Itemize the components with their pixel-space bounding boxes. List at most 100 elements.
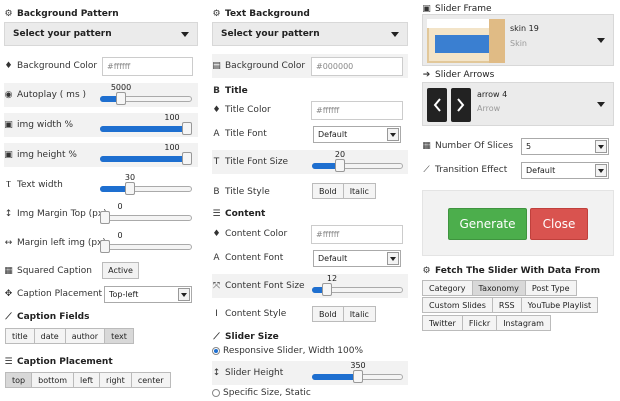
image-icon: ▣: [4, 120, 13, 130]
content-color-input[interactable]: #ffffff: [311, 225, 403, 244]
source-category[interactable]: Category: [422, 280, 473, 296]
text-bg-pattern-select[interactable]: Select your pattern: [212, 22, 408, 46]
slider-value: 20: [334, 150, 346, 159]
squared-caption-active-button[interactable]: Active: [102, 262, 139, 279]
gear-icon: ⚙: [212, 9, 221, 19]
source-taxonomy[interactable]: Taxonomy: [471, 280, 526, 296]
caption-field-date[interactable]: date: [33, 328, 66, 344]
bg-pattern-select[interactable]: Select your pattern: [4, 22, 198, 46]
specific-size-radio[interactable]: [212, 389, 220, 397]
slider-frame-select[interactable]: skin 19 Skin: [422, 14, 614, 66]
image-icon: ▣: [422, 4, 431, 14]
slider-handle[interactable]: [116, 92, 126, 105]
source-custom-slides[interactable]: Custom Slides: [422, 297, 493, 313]
placement-group: top bottom left right center: [5, 372, 171, 388]
source-instagram[interactable]: Instagram: [496, 315, 551, 331]
title-style-group: Bold Italic: [312, 183, 376, 199]
source-twitter[interactable]: Twitter: [422, 315, 463, 331]
slider-height-slider[interactable]: 350: [312, 361, 403, 385]
chevron-down-icon: [597, 102, 605, 107]
grid-icon: ▦: [4, 266, 13, 276]
responsive-radio[interactable]: [212, 347, 220, 355]
caption-placement-header: ☰ Caption Placement: [4, 357, 113, 367]
gear-icon: ⚙: [422, 266, 431, 276]
move-icon: ✥: [4, 289, 13, 299]
text-bg-header: ⚙ Text Background: [212, 9, 310, 19]
gear-icon: ⚙: [4, 9, 13, 19]
caption-field-title[interactable]: title: [5, 328, 35, 344]
font-icon: A: [213, 129, 220, 139]
magic-wand-icon: ⟋: [5, 312, 12, 322]
drag-icon: ▤: [212, 61, 221, 71]
content-italic-button[interactable]: Italic: [342, 306, 376, 322]
slider-value: 100: [164, 113, 180, 122]
source-flickr[interactable]: Flickr: [461, 315, 498, 331]
slider-value: 350: [350, 361, 366, 370]
droplet-icon: ♦: [4, 61, 13, 71]
source-rss[interactable]: RSS: [491, 297, 522, 313]
slider-handle[interactable]: [100, 211, 110, 224]
source-youtube-playlist[interactable]: YouTube Playlist: [520, 297, 599, 313]
caption-field-author[interactable]: author: [64, 328, 106, 344]
chevron-down-icon: [391, 32, 399, 37]
slider-value: 12: [326, 274, 338, 283]
resize-icon: ⤧: [212, 281, 221, 291]
title-font-size-slider[interactable]: 20: [312, 150, 403, 174]
title-italic-button[interactable]: Italic: [342, 183, 376, 199]
slider-value: 0: [117, 231, 123, 240]
content-style-row: I Content Style: [212, 302, 408, 326]
slider-arrows-select[interactable]: arrow 4 Arrow: [422, 82, 614, 126]
slider-value: 30: [124, 173, 136, 182]
placement-top[interactable]: top: [5, 372, 33, 388]
content-style-group: Bold Italic: [312, 306, 376, 322]
content-bold-button[interactable]: Bold: [312, 306, 344, 322]
title-color-input[interactable]: #ffffff: [311, 101, 403, 120]
slider-handle[interactable]: [182, 152, 192, 165]
source-post-type[interactable]: Post Type: [524, 280, 577, 296]
squared-caption-row: ▦ Squared Caption: [4, 266, 93, 276]
sources-row-2: Custom Slides RSS YouTube Playlist: [422, 297, 599, 313]
slider-arrows-header: ➔ Slider Arrows: [422, 70, 495, 80]
fetch-header: ⚙ Fetch The Slider With Data From: [422, 266, 601, 276]
img-height-slider[interactable]: 100: [100, 143, 192, 167]
placement-center[interactable]: center: [130, 372, 171, 388]
slider-handle[interactable]: [335, 159, 345, 172]
margin-left-slider[interactable]: 0: [100, 231, 192, 255]
vertical-arrows-icon: ↕: [212, 368, 221, 378]
content-font-size-slider[interactable]: 12: [312, 274, 403, 298]
img-margin-top-slider[interactable]: 0: [100, 202, 192, 226]
horizontal-arrows-icon: ↔: [4, 238, 13, 248]
slider-handle[interactable]: [322, 283, 332, 296]
bg-pattern-header: ⚙ Background Pattern: [4, 9, 119, 19]
placement-left[interactable]: left: [73, 372, 101, 388]
responsive-option[interactable]: Responsive Slider, Width 100%: [212, 340, 363, 362]
text-width-slider[interactable]: 30: [100, 173, 192, 197]
chevron-down-icon: [181, 32, 189, 37]
title-bold-button[interactable]: Bold: [312, 183, 344, 199]
title-font-select[interactable]: Default: [313, 126, 401, 143]
caption-placement-select[interactable]: Top-left: [104, 286, 192, 303]
close-button[interactable]: Close: [530, 208, 588, 240]
text-bg-color-input[interactable]: #000000: [311, 57, 403, 76]
transition-select[interactable]: Default: [521, 162, 609, 179]
slider-handle[interactable]: [353, 370, 363, 383]
slider-handle[interactable]: [182, 122, 192, 135]
autoplay-slider[interactable]: 5000: [100, 83, 192, 107]
placement-bottom[interactable]: bottom: [31, 372, 75, 388]
slices-select[interactable]: 5: [521, 138, 609, 155]
grid-icon: ▦: [422, 141, 431, 151]
img-width-slider[interactable]: 100: [100, 113, 192, 137]
specific-size-option[interactable]: Specific Size, Static: [212, 385, 311, 401]
chevron-down-icon: [387, 128, 399, 141]
bold-icon: B: [213, 86, 220, 96]
title-section-header: B Title: [213, 86, 248, 96]
slider-value: 0: [117, 202, 123, 211]
caption-field-text[interactable]: text: [104, 328, 134, 344]
slider-handle[interactable]: [125, 182, 135, 195]
bg-color-input[interactable]: #ffffff: [102, 57, 193, 76]
content-font-select[interactable]: Default: [313, 250, 401, 267]
generate-button[interactable]: Generate: [448, 208, 527, 240]
placement-right[interactable]: right: [99, 372, 132, 388]
slider-handle[interactable]: [100, 240, 110, 253]
slider-value: 100: [164, 143, 180, 152]
